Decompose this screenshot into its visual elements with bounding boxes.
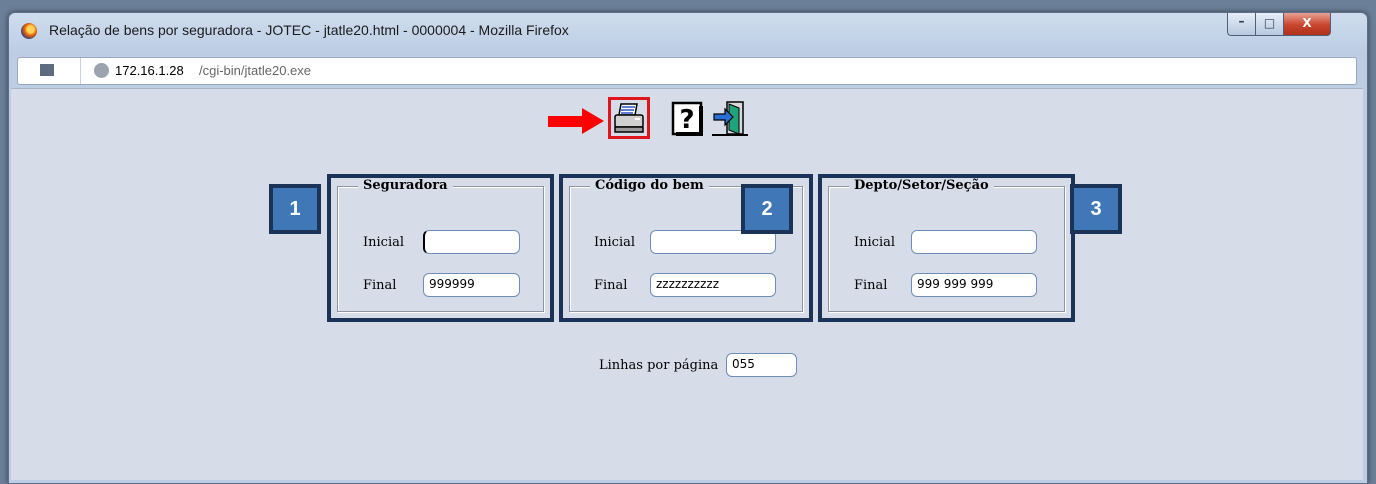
seguradora-inicial-input[interactable] — [423, 230, 520, 254]
seguradora-fieldset: Seguradora Inicial Final 999999 — [337, 178, 544, 312]
depto-panel: Depto/Setor/Seção Inicial Final 999 999 … — [818, 174, 1075, 322]
close-button[interactable]: X — [1283, 13, 1331, 36]
globe-icon — [94, 63, 109, 78]
page-content: ? Seguradora Inicial Final 999999 Código… — [11, 88, 1363, 480]
exit-icon — [712, 101, 748, 136]
depto-final-input[interactable]: 999 999 999 — [911, 273, 1037, 297]
badge-3: 3 — [1070, 184, 1122, 234]
svg-text:?: ? — [679, 105, 694, 135]
seguradora-legend: Seguradora — [358, 178, 453, 193]
linhas-por-pagina-input[interactable]: 055 — [726, 353, 797, 377]
firefox-icon — [21, 23, 37, 39]
browser-window: Relação de bens por seguradora - JOTEC -… — [8, 12, 1368, 484]
seguradora-final-input[interactable]: 999999 — [423, 273, 520, 297]
depto-fieldset: Depto/Setor/Seção Inicial Final 999 999 … — [828, 178, 1065, 312]
print-button[interactable] — [608, 97, 650, 139]
depto-inicial-label: Inicial — [854, 235, 896, 250]
depto-inicial-input[interactable] — [911, 230, 1037, 254]
depto-legend: Depto/Setor/Seção — [849, 178, 994, 193]
seguradora-panel: Seguradora Inicial Final 999999 — [327, 174, 554, 322]
maximize-icon: □ — [1263, 16, 1276, 30]
minimize-icon: – — [1238, 14, 1245, 28]
linhas-por-pagina-label: Linhas por página — [599, 358, 719, 373]
badge-2: 2 — [741, 184, 793, 234]
help-icon: ? — [671, 101, 703, 136]
depto-final-label: Final — [854, 278, 888, 293]
seguradora-final-label: Final — [363, 278, 397, 293]
tab-groups-icon[interactable] — [40, 64, 54, 76]
window-title: Relação de bens por seguradora - JOTEC -… — [49, 22, 569, 38]
codigo-bem-final-input[interactable]: zzzzzzzzzz — [650, 273, 776, 297]
codigo-bem-legend: Código do bem — [590, 178, 709, 193]
address-separator — [70, 58, 81, 84]
exit-button[interactable] — [711, 97, 753, 139]
help-button[interactable]: ? — [671, 97, 713, 139]
title-bar[interactable]: Relação de bens por seguradora - JOTEC -… — [9, 13, 1367, 47]
badge-1: 1 — [269, 184, 321, 234]
minimize-button[interactable]: – — [1227, 13, 1256, 36]
maximize-button[interactable]: □ — [1255, 13, 1284, 36]
url-path: /cgi-bin/jtatle20.exe — [199, 63, 312, 78]
seguradora-inicial-label: Inicial — [363, 235, 405, 250]
codigo-bem-final-label: Final — [594, 278, 628, 293]
url-host: 172.16.1.28 — [115, 63, 184, 78]
close-icon: X — [1302, 16, 1312, 30]
codigo-bem-inicial-label: Inicial — [594, 235, 636, 250]
address-bar[interactable]: 172.16.1.28 /cgi-bin/jtatle20.exe — [17, 57, 1357, 85]
print-icon — [614, 103, 644, 133]
pointer-arrow — [548, 108, 608, 134]
